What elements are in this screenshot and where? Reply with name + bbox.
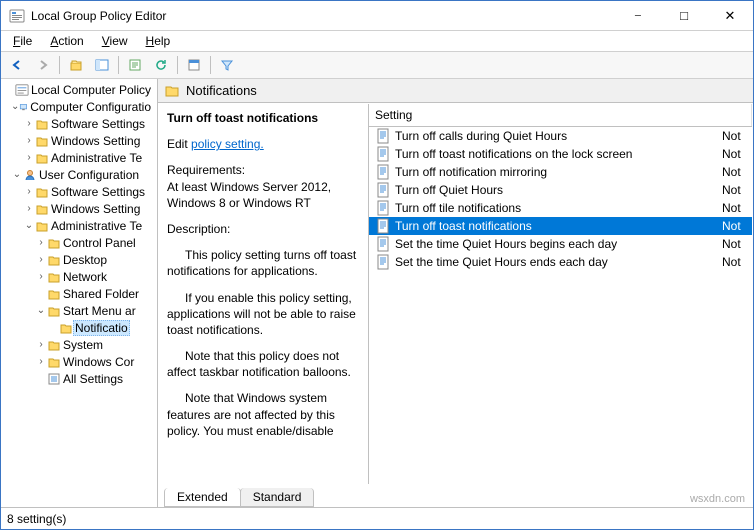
list-item-name: Set the time Quiet Hours ends each day [395, 255, 722, 269]
toolbar [1, 51, 753, 79]
list-row[interactable]: Turn off notification mirroringNot [369, 163, 752, 181]
tree-root[interactable]: Local Computer Policy [1, 81, 157, 98]
policy-icon [375, 236, 391, 252]
view-tabs: Extended Standard [158, 485, 753, 507]
tree-cc-admin[interactable]: ›Administrative Te [1, 149, 157, 166]
forward-button[interactable] [31, 54, 55, 76]
tree-all-settings[interactable]: All Settings [1, 370, 157, 387]
menu-view[interactable]: View [94, 32, 136, 50]
close-button[interactable]: ✕ [707, 1, 753, 30]
list-item-state: Not [722, 183, 752, 197]
menu-help[interactable]: Help [138, 32, 179, 50]
tree-windows-components[interactable]: ›Windows Cor [1, 353, 157, 370]
menubar: File Action View Help [1, 31, 753, 51]
filter-button[interactable] [215, 54, 239, 76]
right-header: Notifications [158, 79, 753, 103]
minimize-button[interactable]: − [615, 1, 661, 30]
statusbar: 8 setting(s) [1, 507, 753, 529]
list-item-state: Not [722, 147, 752, 161]
policy-icon [375, 218, 391, 234]
description-p1: This policy setting turns off toast noti… [167, 247, 360, 279]
edit-policy-link[interactable]: policy setting. [191, 137, 264, 151]
policy-icon [375, 200, 391, 216]
folder-icon [164, 83, 180, 99]
list-item-name: Turn off notification mirroring [395, 165, 722, 179]
tree-cc-software[interactable]: ›Software Settings [1, 115, 157, 132]
show-hide-tree-button[interactable] [90, 54, 114, 76]
policy-icon [375, 182, 391, 198]
app-icon [9, 8, 25, 24]
list-item-name: Turn off calls during Quiet Hours [395, 129, 722, 143]
list-item-name: Set the time Quiet Hours begins each day [395, 237, 722, 251]
requirements-text: At least Windows Server 2012, Windows 8 … [167, 179, 360, 211]
list-item-name: Turn off toast notifications on the lock… [395, 147, 722, 161]
gpedit-window: Local Group Policy Editor − □ ✕ File Act… [0, 0, 754, 530]
export-list-button[interactable] [123, 54, 147, 76]
refresh-button[interactable] [149, 54, 173, 76]
list-row[interactable]: Turn off toast notificationsNot [369, 217, 752, 235]
list-item-state: Not [722, 255, 752, 269]
tree-desktop[interactable]: ›Desktop [1, 251, 157, 268]
list-item-state: Not [722, 237, 752, 251]
tab-extended[interactable]: Extended [164, 488, 241, 507]
window-title: Local Group Policy Editor [31, 9, 615, 23]
requirements-label: Requirements: [167, 162, 360, 178]
settings-list-pane: Setting Turn off calls during Quiet Hour… [369, 104, 752, 484]
list-item-name: Turn off Quiet Hours [395, 183, 722, 197]
tree-cc-windows[interactable]: ›Windows Setting [1, 132, 157, 149]
menu-action[interactable]: Action [42, 32, 91, 50]
description-p4: Note that Windows system features are no… [167, 390, 360, 439]
tree-notifications[interactable]: Notificatio [1, 319, 157, 336]
properties-button[interactable] [182, 54, 206, 76]
titlebar: Local Group Policy Editor − □ ✕ [1, 1, 753, 31]
right-header-title: Notifications [186, 83, 257, 98]
up-button[interactable] [64, 54, 88, 76]
list-item-state: Not [722, 201, 752, 215]
tree-system[interactable]: ›System [1, 336, 157, 353]
status-text: 8 setting(s) [7, 512, 66, 526]
selected-setting-title: Turn off toast notifications [167, 110, 360, 126]
description-p3: Note that this policy does not affect ta… [167, 348, 360, 380]
tree-pane[interactable]: Local Computer Policy ⌄Computer Configur… [1, 79, 158, 507]
tree-shared-folders[interactable]: Shared Folder [1, 285, 157, 302]
list-item-state: Not [722, 219, 752, 233]
description-p2: If you enable this policy setting, appli… [167, 290, 360, 339]
list-item-state: Not [722, 129, 752, 143]
list-row[interactable]: Set the time Quiet Hours ends each dayNo… [369, 253, 752, 271]
menu-file[interactable]: File [5, 32, 40, 50]
settings-list[interactable]: Turn off calls during Quiet HoursNotTurn… [369, 127, 752, 484]
list-row[interactable]: Turn off toast notifications on the lock… [369, 145, 752, 163]
policy-icon [375, 146, 391, 162]
column-setting[interactable]: Setting [369, 104, 752, 126]
tree-uc-admin[interactable]: ⌄Administrative Te [1, 217, 157, 234]
description-pane: Turn off toast notifications Edit policy… [159, 104, 369, 484]
policy-icon [375, 164, 391, 180]
list-header: Setting [369, 104, 752, 127]
policy-icon [375, 254, 391, 270]
list-item-name: Turn off tile notifications [395, 201, 722, 215]
list-row[interactable]: Turn off Quiet HoursNot [369, 181, 752, 199]
content-area: Local Computer Policy ⌄Computer Configur… [1, 79, 753, 507]
policy-icon [375, 128, 391, 144]
back-button[interactable] [5, 54, 29, 76]
list-row[interactable]: Turn off calls during Quiet HoursNot [369, 127, 752, 145]
tree-control-panel[interactable]: ›Control Panel [1, 234, 157, 251]
list-row[interactable]: Set the time Quiet Hours begins each day… [369, 235, 752, 253]
list-item-state: Not [722, 165, 752, 179]
tree-network[interactable]: ›Network [1, 268, 157, 285]
tab-standard[interactable]: Standard [240, 488, 315, 507]
tree-uc-windows[interactable]: ›Windows Setting [1, 200, 157, 217]
tree-computer-config[interactable]: ⌄Computer Configuratio [1, 98, 157, 115]
tree-start-menu[interactable]: ⌄Start Menu ar [1, 302, 157, 319]
list-item-name: Turn off toast notifications [395, 219, 722, 233]
description-label: Description: [167, 221, 360, 237]
tree-uc-software[interactable]: ›Software Settings [1, 183, 157, 200]
maximize-button[interactable]: □ [661, 1, 707, 30]
list-row[interactable]: Turn off tile notificationsNot [369, 199, 752, 217]
right-pane: Notifications Turn off toast notificatio… [158, 79, 753, 507]
tree-user-config[interactable]: ⌄User Configuration [1, 166, 157, 183]
